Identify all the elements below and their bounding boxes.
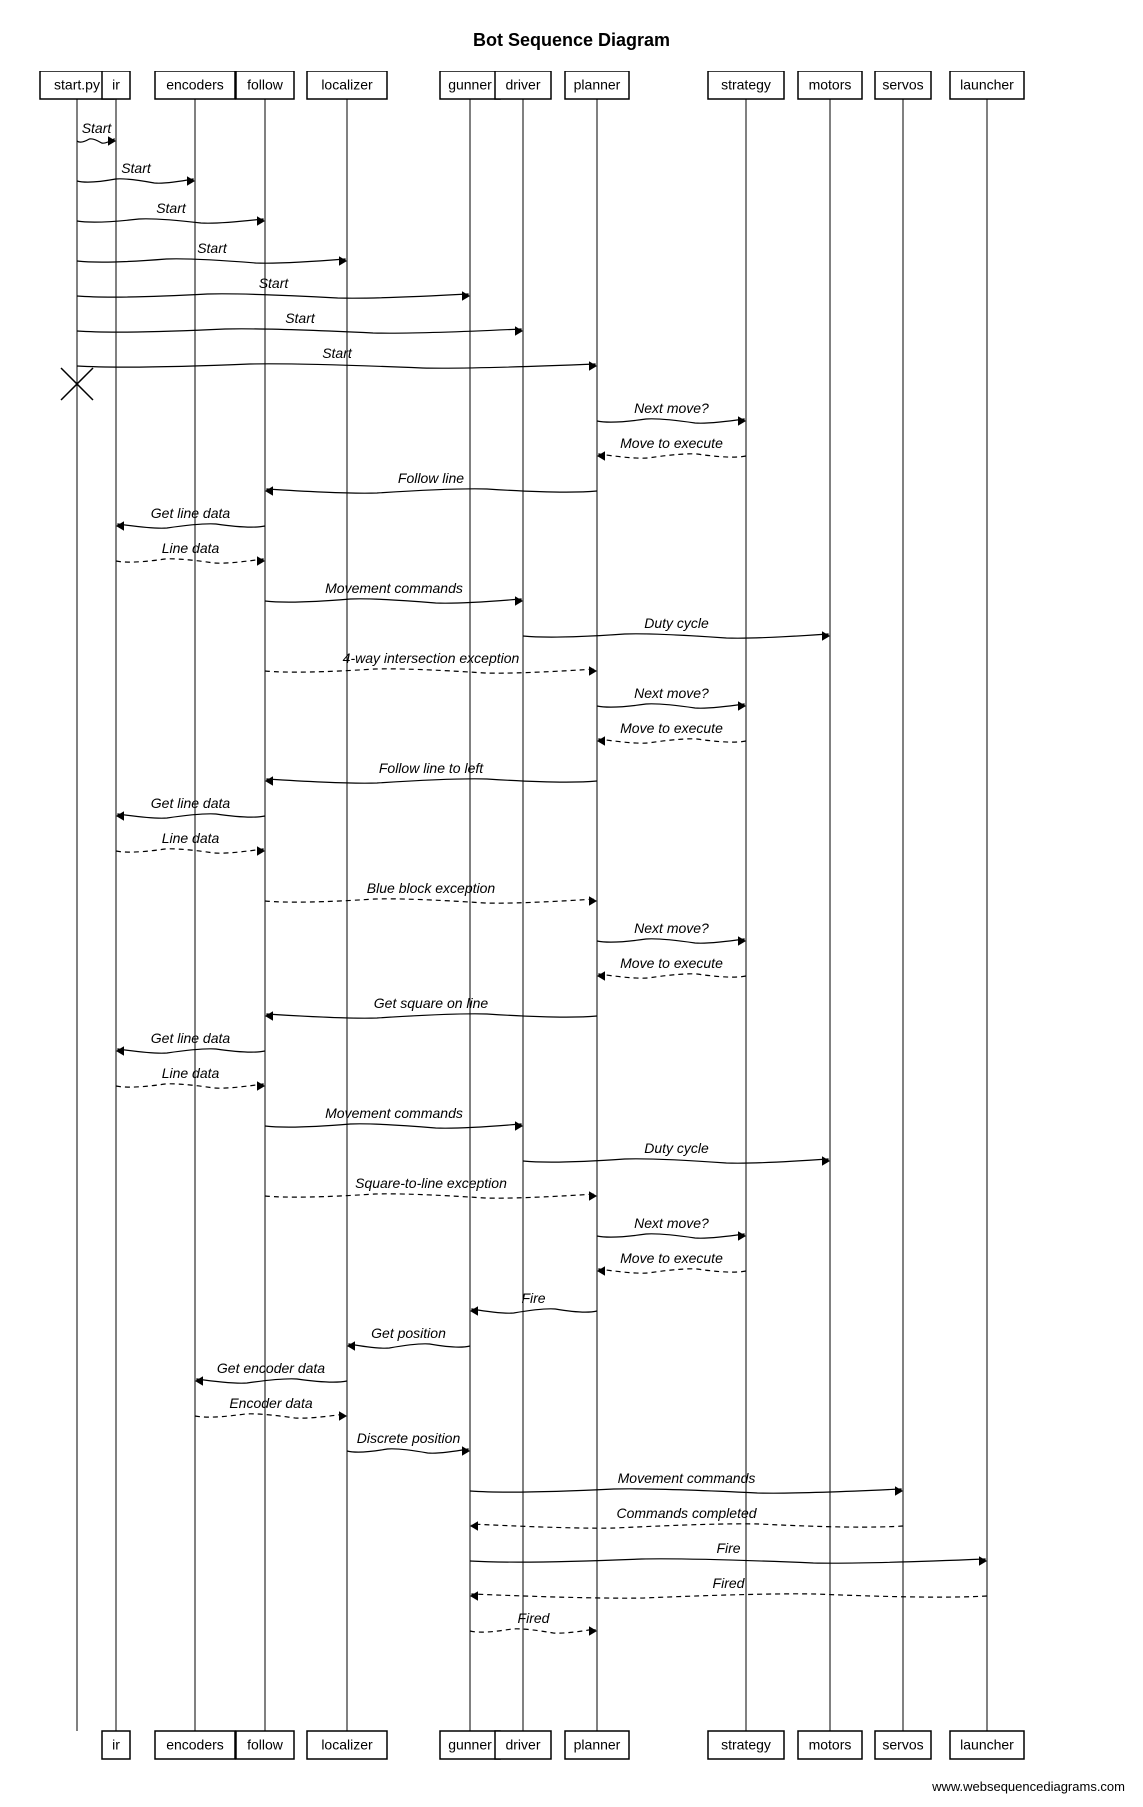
actor-label: follow [247,77,284,93]
message-label: Follow line to left [379,760,484,776]
message-label: Square-to-line exception [355,1175,507,1191]
message-label: Move to execute [620,955,723,971]
message-label: Start [197,240,228,256]
message-label: Follow line [398,470,464,486]
message-label: Next move? [634,1215,709,1231]
actor-label: strategy [721,77,771,93]
message-label: Start [259,275,290,291]
message-label: Fire [716,1540,740,1556]
message-label: Movement commands [618,1470,756,1486]
actor-label: driver [505,77,540,93]
actor-label: follow [247,1737,284,1753]
message-label: Get position [371,1325,446,1341]
actor-label: motors [809,77,852,93]
actor-label: planner [574,1737,621,1753]
message-label: Line data [162,540,220,556]
message-label: Start [322,345,353,361]
message-label: Start [156,200,187,216]
message-label: Line data [162,1065,220,1081]
actor-label: ir [112,1737,120,1753]
message-label: Next move? [634,685,709,701]
message-label: Duty cycle [644,1140,709,1156]
message-label: Get encoder data [217,1360,325,1376]
actor-label: localizer [321,77,373,93]
actor-label: encoders [166,1737,224,1753]
message-label: Movement commands [325,580,463,596]
message-label: Movement commands [325,1105,463,1121]
diagram-title: Bot Sequence Diagram [0,0,1143,71]
message-label: Move to execute [620,720,723,736]
message-label: Next move? [634,400,709,416]
message-label: Fired [713,1575,746,1591]
message-label: 4-way intersection exception [343,650,520,666]
actor-label: launcher [960,1737,1014,1753]
message-label: Get square on line [374,995,489,1011]
message-label: Move to execute [620,435,723,451]
message-label: Commands completed [616,1505,757,1521]
actor-label: strategy [721,1737,771,1753]
message-label: Discrete position [357,1430,461,1446]
message-label: Get line data [151,795,231,811]
actor-label: servos [882,1737,923,1753]
message-label: Start [82,120,113,136]
actor-label: ir [112,77,120,93]
actor-label: start.py [54,77,100,93]
message-label: Blue block exception [367,880,496,896]
message-label: Encoder data [229,1395,312,1411]
sequence-diagram: start.pyirencodersfollowlocalizergunnerd… [0,71,1143,1801]
message-label: Get line data [151,1030,231,1046]
message-label: Line data [162,830,220,846]
actor-label: localizer [321,1737,373,1753]
message-label: Start [285,310,316,326]
message-label: Next move? [634,920,709,936]
actor-label: encoders [166,77,224,93]
actor-label: motors [809,1737,852,1753]
message-label: Fired [518,1610,551,1626]
message-label: Get line data [151,505,231,521]
actor-label: planner [574,77,621,93]
actor-label: driver [505,1737,540,1753]
message-label: Move to execute [620,1250,723,1266]
message-label: Start [121,160,152,176]
footer-credit: www.websequencediagrams.com [931,1779,1125,1794]
actor-label: servos [882,77,923,93]
message-label: Fire [521,1290,545,1306]
actor-label: gunner [448,77,492,93]
actor-label: gunner [448,1737,492,1753]
message-label: Duty cycle [644,615,709,631]
actor-label: launcher [960,77,1014,93]
